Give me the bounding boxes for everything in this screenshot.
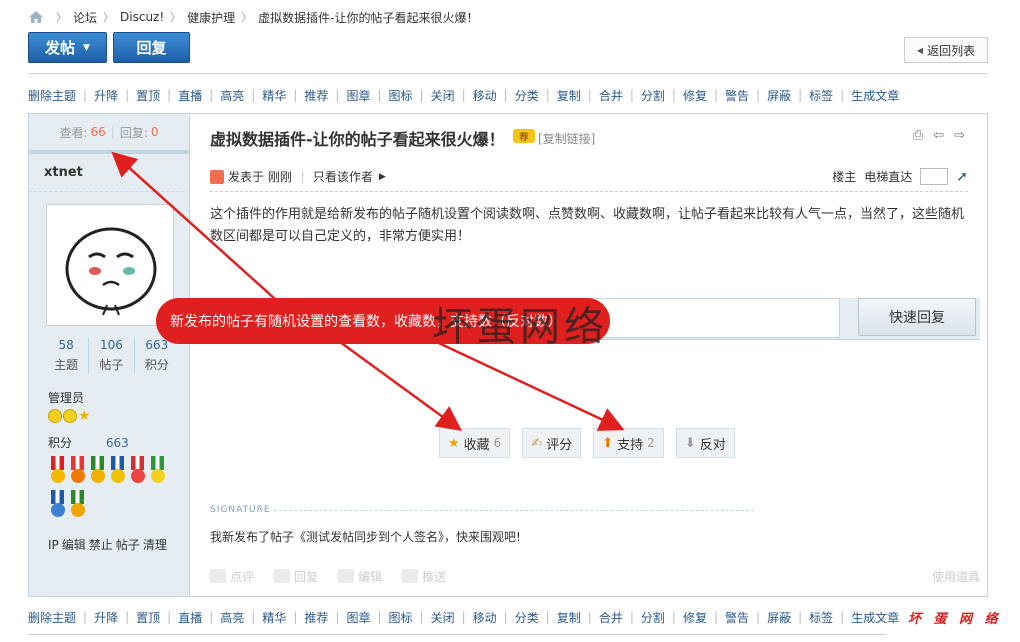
watermark: 坏蛋网络 — [432, 304, 608, 350]
arrow-to-views — [111, 151, 286, 309]
corner-watermark: 坏 蛋 网 络 — [908, 612, 1002, 627]
arrow-to-favorite — [339, 340, 463, 431]
